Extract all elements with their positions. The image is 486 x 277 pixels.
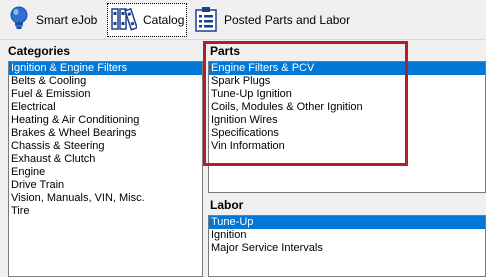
labor-list-item[interactable]: Tune-Up [209, 216, 485, 229]
tab-smart-ejob-label: Smart eJob [36, 13, 98, 27]
labor-list[interactable]: Tune-Up Ignition Major Service Intervals [208, 215, 486, 277]
parts-list-item[interactable]: Coils, Modules & Other Ignition [209, 101, 485, 114]
parts-list-item[interactable]: Ignition Wires [209, 114, 485, 127]
parts-list-item[interactable]: Spark Plugs [209, 75, 485, 88]
parts-list-item[interactable]: Vin Information [209, 140, 485, 153]
tab-posted-parts-label: Posted Parts and Labor [224, 13, 351, 27]
categories-list-item[interactable]: Tire [9, 205, 202, 218]
categories-list-item[interactable]: Vision, Manuals, VIN, Misc. [9, 192, 202, 205]
categories-list-item[interactable]: Fuel & Emission [9, 88, 202, 101]
labor-list-item[interactable]: Ignition [209, 229, 485, 242]
books-icon [111, 7, 138, 34]
categories-list-item[interactable]: Exhaust & Clutch [9, 153, 202, 166]
parts-list-item[interactable]: Specifications [209, 127, 485, 140]
categories-list-item[interactable]: Drive Train [9, 179, 202, 192]
categories-list-item[interactable]: Engine [9, 166, 202, 179]
tab-bar: Smart eJob Catalog Posted Parts and Labo… [0, 0, 486, 40]
labor-list-item[interactable]: Major Service Intervals [209, 242, 485, 255]
categories-list-item[interactable]: Brakes & Wheel Bearings [9, 127, 202, 140]
parts-list[interactable]: Engine Filters & PCV Spark Plugs Tune-Up I… [208, 61, 486, 193]
tab-posted-parts-and-labor[interactable]: Posted Parts and Labor [194, 3, 364, 37]
categories-list-item[interactable]: Heating & Air Conditioning [9, 114, 202, 127]
parts-list-item[interactable]: Tune-Up Ignition [209, 88, 485, 101]
categories-list-item[interactable]: Chassis & Steering [9, 140, 202, 153]
tab-divider [0, 39, 486, 40]
labor-title: Labor [210, 198, 244, 212]
tab-smart-ejob[interactable]: Smart eJob [8, 3, 106, 37]
categories-list-item[interactable]: Electrical [9, 101, 202, 114]
lightbulb-icon [8, 6, 30, 35]
clipboard-icon [194, 6, 218, 35]
parts-list-item[interactable]: Engine Filters & PCV [209, 62, 485, 75]
tab-catalog[interactable]: Catalog [107, 3, 187, 37]
categories-list[interactable]: Ignition & Engine Filters Belts & Cooling… [8, 61, 203, 277]
categories-list-item[interactable]: Ignition & Engine Filters [9, 62, 202, 75]
tab-catalog-label: Catalog [143, 13, 185, 27]
parts-title: Parts [210, 44, 241, 58]
categories-list-item[interactable]: Belts & Cooling [9, 75, 202, 88]
categories-title: Categories [8, 44, 71, 58]
